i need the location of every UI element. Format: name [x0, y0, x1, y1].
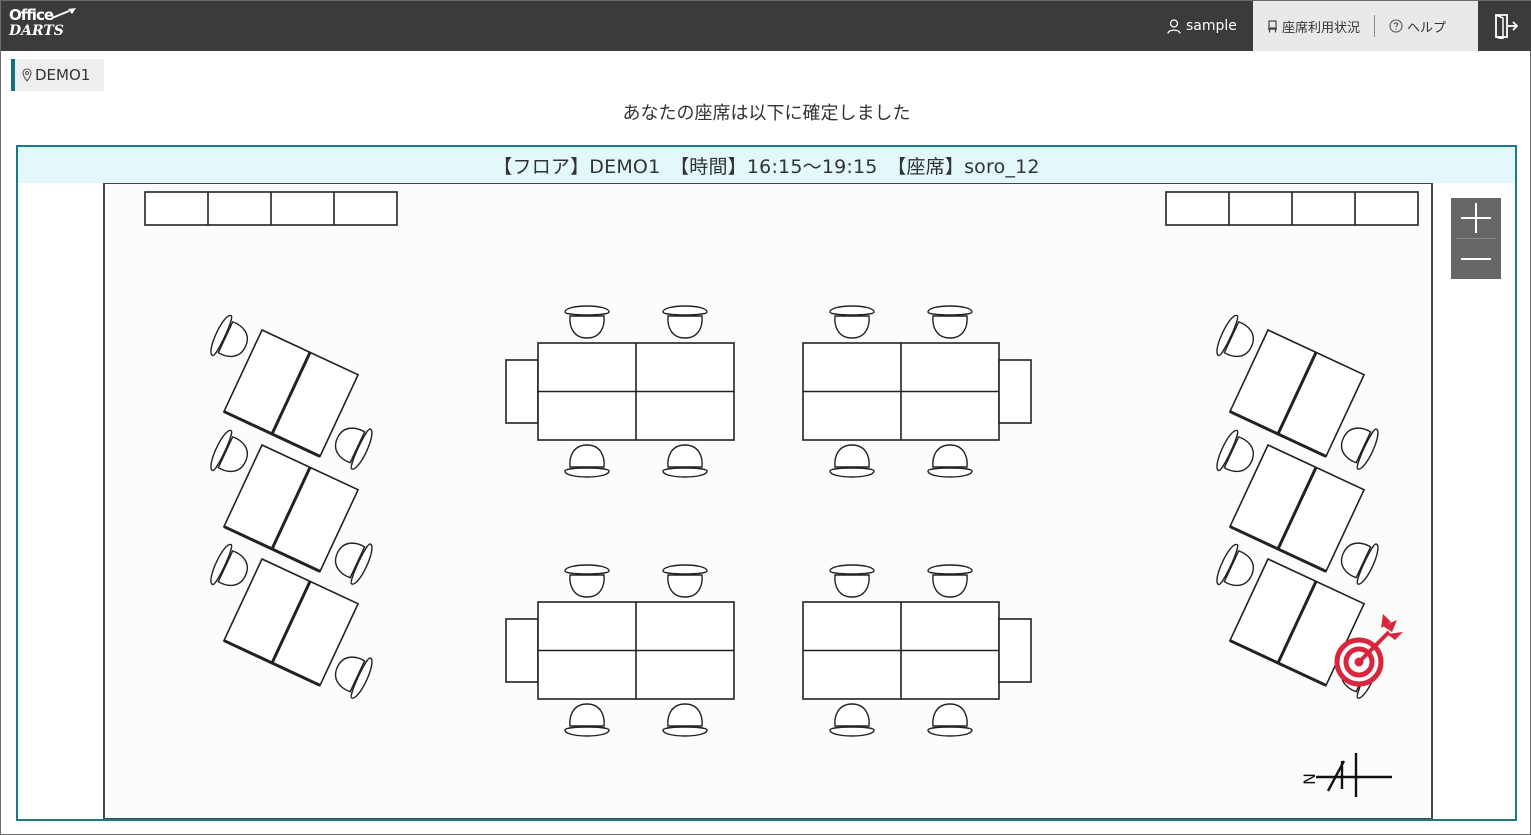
logo-text-office: Office	[9, 6, 54, 24]
zoom-out-button[interactable]	[1451, 239, 1501, 279]
header-nav: 座席利用状況 ヘルプ	[1253, 1, 1478, 51]
nav-help-label: ヘルプ	[1407, 20, 1447, 36]
cabinet-row-right	[1165, 191, 1419, 226]
cabinet-row-left	[144, 191, 398, 226]
nav-seat-status[interactable]: 座席利用状況	[1253, 15, 1374, 37]
app-frame: Office DARTS sample 座席利用状況 ヘルプ DEMO1 あなた…	[0, 0, 1531, 835]
confirmation-message: あなたの座席は以下に確定しました	[622, 103, 911, 124]
minus-icon	[1461, 258, 1491, 260]
plus-icon	[1461, 203, 1491, 233]
logout-icon	[1495, 14, 1518, 39]
reservation-info-bar: 【フロア】DEMO1 【時間】16:15～19:15 【座席】soro_12	[18, 147, 1515, 183]
location-tag: DEMO1	[11, 59, 104, 91]
nav-seat-status-label: 座席利用状況	[1282, 20, 1361, 36]
compass-label: N	[1300, 773, 1319, 785]
help-circle-icon	[1389, 19, 1403, 33]
location-name: DEMO1	[35, 66, 91, 84]
user-icon	[1167, 18, 1181, 34]
office-darts-logo[interactable]: Office DARTS	[7, 6, 79, 46]
zoom-controls	[1451, 198, 1501, 279]
user-menu[interactable]: sample	[1167, 1, 1237, 51]
logo-text-darts: DARTS	[9, 23, 64, 39]
user-name: sample	[1186, 18, 1237, 34]
floor-map[interactable]: N	[18, 183, 1515, 819]
logout-button[interactable]	[1478, 1, 1531, 51]
nav-help[interactable]: ヘルプ	[1375, 15, 1460, 37]
map-pin-icon	[22, 68, 32, 82]
chair-icon	[1268, 19, 1277, 32]
floor-panel: 【フロア】DEMO1 【時間】16:15～19:15 【座席】soro_12 N	[16, 145, 1517, 821]
logo-dart-icon	[51, 8, 76, 19]
zoom-in-button[interactable]	[1451, 198, 1501, 238]
top-header: Office DARTS sample 座席利用状況 ヘルプ	[1, 1, 1531, 51]
